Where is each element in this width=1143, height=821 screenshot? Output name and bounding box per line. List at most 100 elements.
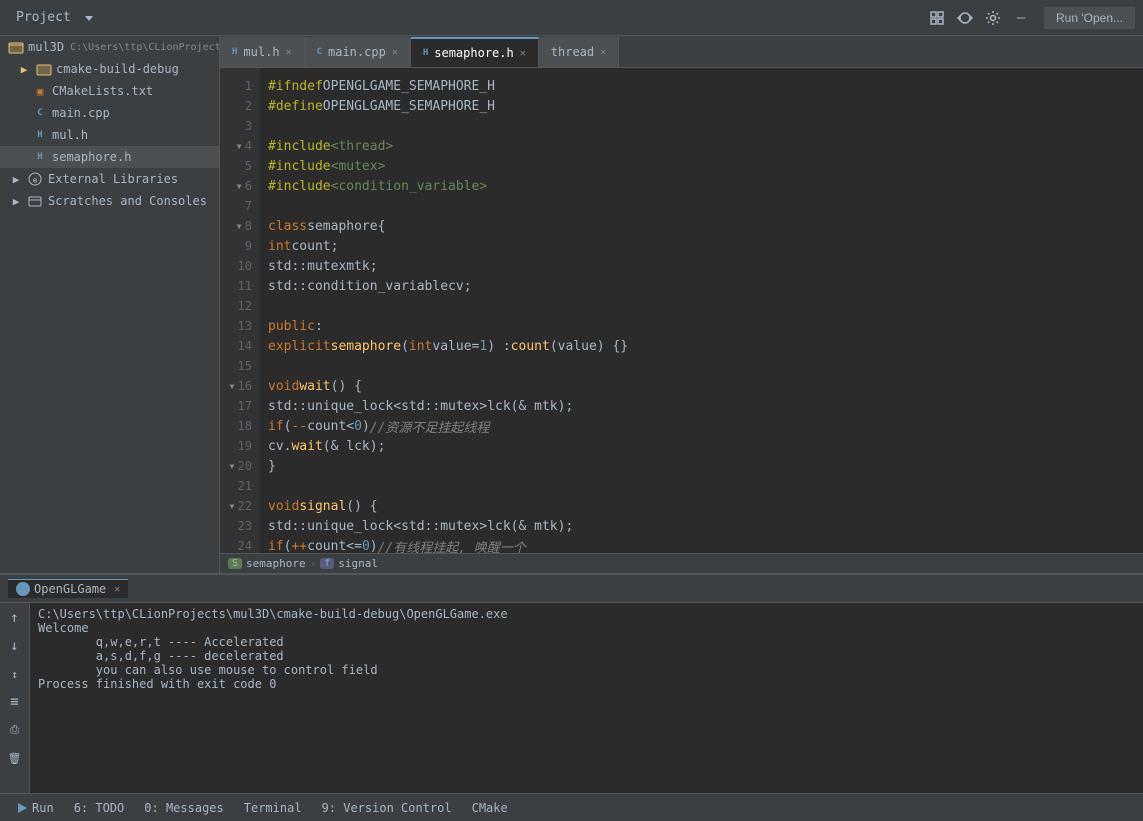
fold-20[interactable]: ▾ <box>228 459 235 473</box>
ln-16: ▾16 <box>220 376 260 396</box>
semaphore-h-label: semaphore.h <box>52 150 131 164</box>
bottom-tab-todo[interactable]: 6: TODO <box>66 799 133 817</box>
code-line-3 <box>268 116 1143 136</box>
ln-17: 17 <box>220 396 260 416</box>
messages-label: 0: Messages <box>144 801 223 815</box>
code-content[interactable]: #ifndef OPENGLGAME_SEMAPHORE_H #define O… <box>260 68 1143 553</box>
todo-label: 6: TODO <box>74 801 125 815</box>
sidebar-item-mul-h[interactable]: H mul.h <box>0 124 219 146</box>
sidebar-item-cmake-build-debug[interactable]: ▶ cmake-build-debug <box>0 58 219 80</box>
fold-4[interactable]: ▾ <box>236 139 243 153</box>
bottom-tab-close[interactable]: ✕ <box>114 584 120 595</box>
filter-icon[interactable]: ≡ <box>4 691 26 713</box>
ln-14: 14 <box>220 336 260 356</box>
code-line-4: #include <thread> <box>268 136 1143 156</box>
fold-22[interactable]: ▾ <box>228 499 235 513</box>
tab-label-mul-h: mul.h <box>243 45 279 59</box>
console-line-3: a,s,d,f,g ---- decelerated <box>38 649 1135 663</box>
ln-12: 12 <box>220 296 260 316</box>
bottom-tab-version-control[interactable]: 9: Version Control <box>314 799 460 817</box>
bottom-panel: OpenGLGame ✕ ↑ ↓ ↕ ≡ ⎙ 🗑 C:\Users\ttp\CL… <box>0 573 1143 793</box>
h-file-icon-mul: H <box>32 127 48 143</box>
minus-icon[interactable]: — <box>1010 7 1032 29</box>
code-line-7 <box>268 196 1143 216</box>
fold-6[interactable]: ▾ <box>236 179 243 193</box>
terminal-label: Terminal <box>244 801 302 815</box>
tab-close-mul-h[interactable]: ✕ <box>286 47 292 58</box>
bottom-tab-cmake[interactable]: CMake <box>464 799 516 817</box>
sidebar-item-scratches[interactable]: ▶ Scratches and Consoles <box>0 190 219 212</box>
tab-close-thread[interactable]: ✕ <box>600 47 606 58</box>
tab-label-semaphore-h: semaphore.h <box>434 46 513 60</box>
code-line-17: std::unique_lock<std::mutex> lck( & mtk)… <box>268 396 1143 416</box>
build-icon[interactable] <box>926 7 948 29</box>
code-line-24: if (++count <= 0)//有线程挂起, 唤醒一个 <box>268 536 1143 553</box>
toolbar-icons: — <box>926 7 1032 29</box>
code-line-13: public: <box>268 316 1143 336</box>
ln-9: 9 <box>220 236 260 256</box>
tab-close-main-cpp[interactable]: ✕ <box>392 47 398 58</box>
wrap-icon[interactable]: ↕ <box>4 663 26 685</box>
code-line-12 <box>268 296 1143 316</box>
ln-15: 15 <box>220 356 260 376</box>
code-line-20: } <box>268 456 1143 476</box>
code-line-11: std::condition_variable cv; <box>268 276 1143 296</box>
code-line-21 <box>268 476 1143 496</box>
fold-8[interactable]: ▾ <box>236 219 243 233</box>
breadcrumb-class[interactable]: semaphore <box>246 557 306 570</box>
bottom-tab-run[interactable]: Run <box>8 799 62 817</box>
scroll-up-icon[interactable]: ↑ <box>4 607 26 629</box>
external-libs-icon: ⊕ <box>28 172 42 186</box>
breadcrumb-class-badge: S <box>228 558 242 569</box>
tab-icon-semaphore-h: H <box>423 48 428 58</box>
tab-mul-h[interactable]: H mul.h ✕ <box>220 37 305 67</box>
fold-16[interactable]: ▾ <box>228 379 235 393</box>
ln-19: 19 <box>220 436 260 456</box>
svg-text:⊕: ⊕ <box>33 176 38 185</box>
sidebar-item-cmakelists[interactable]: ▣ CMakeLists.txt <box>0 80 219 102</box>
tab-semaphore-h[interactable]: H semaphore.h ✕ <box>411 37 539 67</box>
ln-24: 24 <box>220 536 260 553</box>
bottom-tab-messages[interactable]: 0: Messages <box>136 799 231 817</box>
sidebar-project-root[interactable]: mul3D C:\Users\ttp\CLionProjects\ <box>0 36 219 58</box>
sidebar-item-semaphore-h[interactable]: H semaphore.h <box>0 146 219 168</box>
bottom-action-bar: ↑ ↓ ↕ ≡ ⎙ 🗑 <box>0 603 30 793</box>
project-dropdown-icon[interactable] <box>83 12 95 24</box>
breadcrumb-method[interactable]: signal <box>338 557 378 570</box>
tab-main-cpp[interactable]: C main.cpp ✕ <box>305 37 411 67</box>
tab-thread[interactable]: thread ✕ <box>539 37 619 67</box>
scroll-down-icon[interactable]: ↓ <box>4 635 26 657</box>
sidebar-item-external-libs[interactable]: ▶ ⊕ External Libraries <box>0 168 219 190</box>
ln-1: 1 <box>220 76 260 96</box>
trash-icon[interactable]: 🗑 <box>4 747 26 769</box>
code-line-5: #include <mutex> <box>268 156 1143 176</box>
code-line-9: int count; <box>268 236 1143 256</box>
tab-label-main-cpp: main.cpp <box>328 45 386 59</box>
sync-icon[interactable] <box>954 7 976 29</box>
tab-icon-mul-h: H <box>232 47 237 57</box>
bottom-tab-label: OpenGLGame <box>34 582 106 596</box>
sidebar-item-main-cpp[interactable]: C main.cpp <box>0 102 219 124</box>
code-line-14: explicit semaphore(int value = 1) : coun… <box>268 336 1143 356</box>
cmake-build-debug-label: cmake-build-debug <box>56 62 179 76</box>
tab-close-semaphore-h[interactable]: ✕ <box>520 48 526 59</box>
code-line-1: #ifndef OPENGLGAME_SEMAPHORE_H <box>268 76 1143 96</box>
scratches-folder-icon <box>28 194 42 208</box>
code-line-8: class semaphore { <box>268 216 1143 236</box>
tab-icon-main-cpp: C <box>317 47 322 57</box>
bottom-tab-terminal[interactable]: Terminal <box>236 799 310 817</box>
ln-2: 2 <box>220 96 260 116</box>
print-icon[interactable]: ⎙ <box>4 719 26 741</box>
settings-icon[interactable] <box>982 7 1004 29</box>
cmakelists-label: CMakeLists.txt <box>52 84 153 98</box>
bottom-tabs: OpenGLGame ✕ <box>0 575 1143 603</box>
console-path: C:\Users\ttp\CLionProjects\mul3D\cmake-b… <box>38 607 1135 621</box>
bottom-tab-openglgame[interactable]: OpenGLGame ✕ <box>8 579 128 598</box>
console-line-1: Welcome <box>38 621 1135 635</box>
code-editor[interactable]: 1 2 3 ▾4 5 ▾6 7 ▾8 9 10 11 12 13 14 15 ▾… <box>220 68 1143 553</box>
project-label[interactable]: Project <box>8 6 79 29</box>
ln-6: ▾6 <box>220 176 260 196</box>
run-button[interactable]: Run 'Open... <box>1044 7 1135 29</box>
folder-open-icon <box>36 61 52 77</box>
console-line-4: you can also use mouse to control field <box>38 663 1135 677</box>
